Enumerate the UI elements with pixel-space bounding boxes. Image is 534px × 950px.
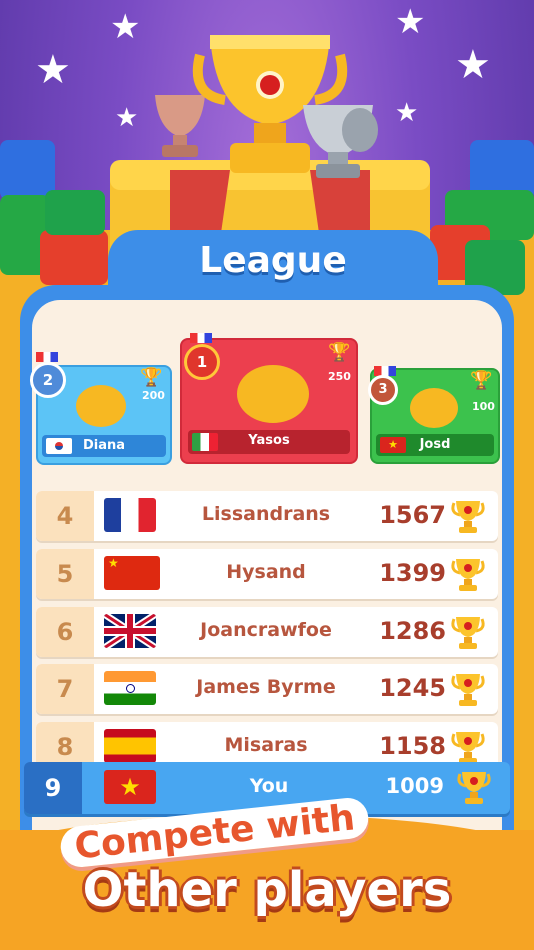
china-flag: ★: [104, 556, 160, 590]
star-icon: ★: [35, 47, 71, 93]
trophy-icon: [451, 559, 485, 591]
promo-subheadline: Other players: [82, 862, 452, 918]
rank-number: 6: [36, 607, 94, 657]
star-icon: ★: [455, 42, 491, 88]
player-score: 1399: [379, 559, 446, 587]
medal-ribbon: [36, 352, 58, 362]
player-name-bar: Yasos: [188, 430, 350, 454]
trophy-icon: [451, 674, 485, 706]
prize-chest-icon: [237, 365, 309, 423]
player-score: 1158: [379, 732, 446, 760]
rank-number: 5: [36, 549, 94, 599]
rank-number: 7: [36, 664, 94, 714]
france-flag: [104, 498, 156, 532]
trophy-icon: [451, 617, 485, 649]
trophy-icon: [451, 501, 485, 533]
player-score: 1245: [379, 674, 446, 702]
silver-trophy-icon: [303, 105, 378, 178]
page-title: League: [199, 240, 347, 281]
prize-amount: 200: [142, 389, 165, 402]
player-score: 1009: [385, 774, 444, 798]
trophy-icon: 🏆: [140, 367, 163, 388]
medal-ribbon: [190, 333, 212, 343]
medal-rank-3: 3: [368, 375, 398, 405]
prize-amount: 250: [328, 370, 351, 383]
medal-rank-2: 2: [30, 362, 66, 398]
player-score: 1286: [379, 617, 446, 645]
leaderboard-row[interactable]: 7 James Byrme 1245: [36, 664, 498, 714]
player-name: Misaras: [224, 734, 308, 756]
player-name: Yasos: [248, 433, 290, 448]
player-name: James Byrme: [196, 676, 336, 698]
gift-box-icon: [40, 230, 108, 285]
trophy-icon: [457, 772, 491, 804]
leaderboard-row[interactable]: 5 ★ Hysand 1399: [36, 549, 498, 599]
star-icon: ★: [110, 7, 141, 47]
medal-rank-1: 1: [184, 344, 220, 380]
trophy-icon: 🏆: [470, 370, 493, 391]
prize-amount: 100: [472, 400, 495, 413]
player-name-bar: ★ Josd: [376, 434, 494, 456]
leaderboard-row[interactable]: 6 Joancrawfoe 1286: [36, 607, 498, 657]
vietnam-flag: ★: [104, 770, 156, 804]
gift-box-icon: [45, 190, 105, 235]
rank-number: 9: [24, 762, 82, 814]
player-name: Joancrawfoe: [200, 619, 332, 641]
leaderboard-row[interactable]: 4 Lissandrans 1567: [36, 491, 498, 541]
india-flag: [104, 671, 156, 705]
player-name: Diana: [82, 438, 126, 453]
spain-flag: [104, 729, 156, 763]
rank-number: 4: [36, 491, 94, 541]
trophy-icon: 🏆: [328, 342, 351, 363]
player-name: You: [249, 775, 289, 797]
star-icon: ★: [395, 2, 426, 42]
player-name: Hysand: [226, 561, 306, 583]
uk-flag: [104, 614, 156, 648]
prize-chest-icon: [76, 385, 126, 427]
player-name-bar: Diana: [42, 435, 166, 457]
player-score: 1567: [379, 501, 446, 529]
prize-chest-icon: [410, 388, 458, 428]
player-name: Josd: [419, 437, 451, 452]
player-name: Lissandrans: [201, 503, 331, 525]
